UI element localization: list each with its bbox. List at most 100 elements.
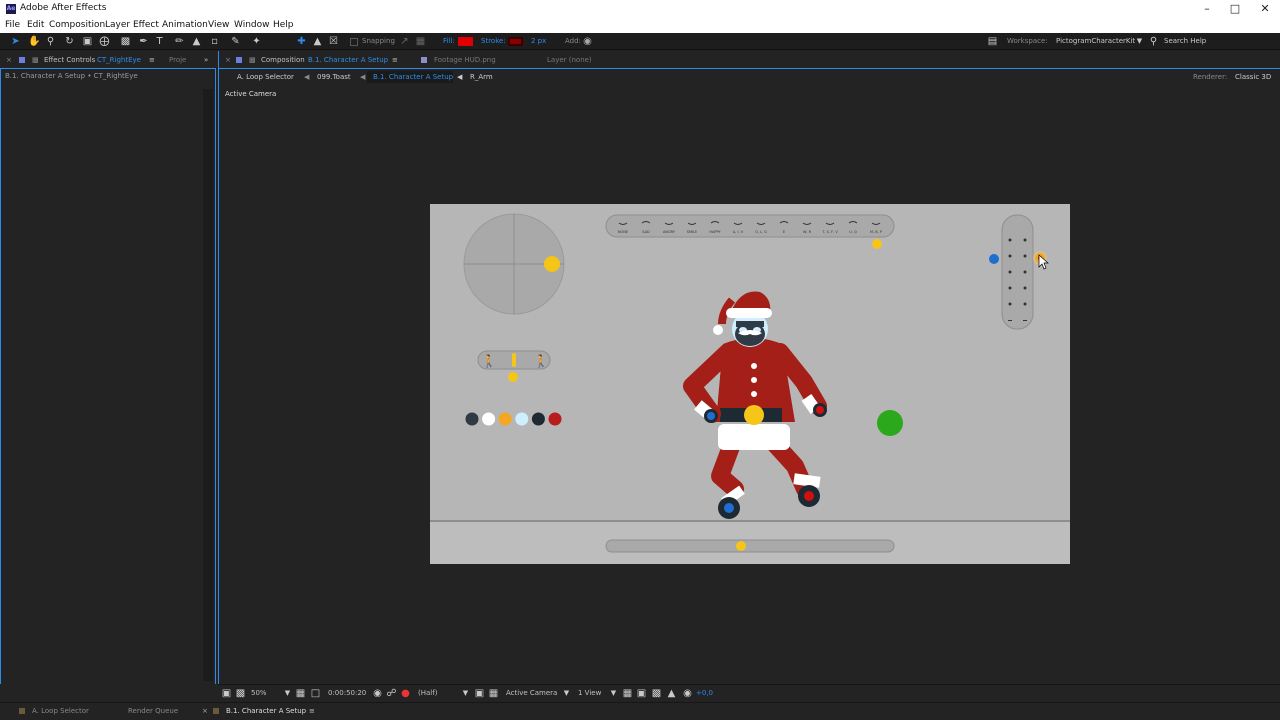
menu-effect[interactable]: Effect: [133, 20, 159, 30]
timeline-icon[interactable]: ▩: [651, 688, 662, 699]
mouth-shape-label: M, B, P: [870, 230, 882, 234]
svg-text:🚶: 🚶: [482, 354, 497, 368]
effect-controls-scrollbar[interactable]: [203, 89, 213, 681]
camera-view-select[interactable]: Active Camera: [506, 689, 557, 697]
panel-close-icon[interactable]: ×: [6, 56, 12, 64]
menu-help[interactable]: Help: [273, 20, 294, 30]
workspace-dropdown-icon[interactable]: ▼: [1134, 36, 1145, 47]
region-of-interest-icon[interactable]: ▣: [474, 688, 485, 699]
tab-composition-name[interactable]: B.1. Character A Setup: [308, 56, 388, 64]
menu-window[interactable]: Window: [234, 20, 270, 30]
camera-dropdown-icon[interactable]: ▼: [561, 688, 572, 699]
fill-color-swatch[interactable]: [458, 37, 473, 46]
stroke-color-swatch[interactable]: [508, 37, 523, 46]
pen-tool-icon[interactable]: ✒: [138, 36, 149, 47]
pan-behind-tool-icon[interactable]: ⨁: [99, 36, 110, 47]
mouth-shape-label: ANGRY: [663, 230, 676, 234]
menu-animation[interactable]: Animation: [162, 20, 208, 30]
stroke-width-value[interactable]: 2 px: [531, 37, 546, 45]
flow-item-r-arm[interactable]: R_Arm: [470, 73, 493, 81]
color-palette: [465, 412, 562, 426]
magnification-select[interactable]: 50%: [251, 689, 267, 697]
tab-layer[interactable]: Layer (none): [547, 56, 592, 64]
clone-stamp-tool-icon[interactable]: ▲: [191, 36, 202, 47]
lock-icon[interactable]: ▩: [32, 56, 39, 64]
view-layout-dropdown-icon[interactable]: ▼: [608, 688, 619, 699]
artboard-graphics: NONE SAD ANGRY SMILE HAPPY A, I, V O, L, G E W, …: [430, 213, 1070, 564]
show-snapshot-icon[interactable]: ☍: [386, 688, 397, 699]
snap-grid-icon[interactable]: ▦: [415, 36, 426, 47]
search-icon[interactable]: ⚲: [1148, 36, 1159, 47]
flow-item-toast[interactable]: 099.Toast: [317, 73, 351, 81]
camera-tool-icon[interactable]: ▣: [82, 36, 93, 47]
toggle-pixel-aspect-icon[interactable]: ▦: [622, 688, 633, 699]
snapshot-icon[interactable]: ◉: [372, 688, 383, 699]
fast-previews-icon[interactable]: ▣: [636, 688, 647, 699]
safe-margins-icon[interactable]: ▦: [295, 688, 306, 699]
composition-artboard[interactable]: NONE SAD ANGRY SMILE HAPPY A, I, V O, L, G E W, …: [430, 204, 1070, 564]
tab-close-icon[interactable]: ×: [202, 707, 208, 715]
effect-controls-target[interactable]: CT_RightEye: [97, 56, 141, 64]
mask-visibility-icon[interactable]: □: [310, 688, 321, 699]
comp-lock-icon[interactable]: ▩: [249, 56, 256, 64]
selection-tool-icon[interactable]: ➤: [10, 36, 21, 47]
composition-viewer[interactable]: Active Camera NONE SAD ANGRY SMILE HAPPY A, I…: [219, 87, 1280, 684]
world-axis-icon[interactable]: ▲: [312, 36, 323, 47]
snapping-checkbox[interactable]: [350, 38, 358, 46]
tab-render-queue[interactable]: Render Queue: [128, 707, 178, 715]
menu-view[interactable]: View: [208, 20, 229, 30]
menu-layer[interactable]: Layer: [105, 20, 130, 30]
menu-file[interactable]: File: [5, 20, 20, 30]
tab-character-setup[interactable]: B.1. Character A Setup: [226, 707, 306, 715]
maximize-icon[interactable]: □: [1226, 2, 1244, 16]
panel-menu-icon[interactable]: ≡: [149, 56, 155, 64]
overflow-chevron-icon[interactable]: »: [204, 56, 208, 64]
renderer-value[interactable]: Classic 3D: [1235, 73, 1271, 81]
hand-tool-icon[interactable]: ✋: [28, 36, 40, 47]
roto-brush-tool-icon[interactable]: ✎: [230, 36, 241, 47]
snap-option-icon[interactable]: ↗: [399, 36, 410, 47]
puppet-pin-tool-icon[interactable]: ✦: [251, 36, 262, 47]
search-help-input[interactable]: Search Help: [1164, 37, 1206, 45]
primary-viewer-icon[interactable]: ▩: [235, 688, 246, 699]
show-channel-icon[interactable]: ●: [400, 688, 411, 699]
resolution-select[interactable]: (Half): [418, 689, 437, 697]
tab-effect-controls[interactable]: Effect Controls: [44, 56, 95, 64]
eraser-tool-icon[interactable]: ▫: [209, 36, 220, 47]
composition-icon: [236, 57, 242, 63]
menu-composition[interactable]: Composition: [49, 20, 105, 30]
current-time[interactable]: 0:00:50:20: [328, 689, 366, 697]
after-effects-app-icon: Ae: [6, 4, 16, 14]
tab-project[interactable]: Proje: [169, 56, 186, 64]
workspace-toggle-icon[interactable]: ▤: [987, 36, 998, 47]
rotation-tool-icon[interactable]: ↻: [64, 36, 75, 47]
comp-close-icon[interactable]: ×: [225, 56, 231, 64]
flow-item-loop-selector[interactable]: A. Loop Selector: [237, 73, 294, 81]
type-tool-icon[interactable]: T: [154, 36, 165, 47]
magnification-dropdown-icon[interactable]: ▼: [282, 688, 293, 699]
tab-loop-selector[interactable]: A. Loop Selector: [32, 707, 89, 715]
tab-composition[interactable]: Composition: [261, 56, 305, 64]
minimize-icon[interactable]: –: [1198, 2, 1216, 16]
view-axis-icon[interactable]: ☒: [328, 36, 339, 47]
comp-panel-menu-icon[interactable]: ≡: [392, 56, 398, 64]
comp-icon: [213, 708, 219, 714]
reset-exposure-icon[interactable]: ◉: [682, 688, 693, 699]
menu-edit[interactable]: Edit: [27, 20, 44, 30]
add-property-icon[interactable]: ◉: [582, 36, 593, 47]
view-layout-select[interactable]: 1 View: [578, 689, 601, 697]
workspace-select[interactable]: PictogramCharacterKit: [1056, 37, 1135, 45]
zoom-tool-icon[interactable]: ⚲: [45, 36, 56, 47]
rectangle-tool-icon[interactable]: ▩: [120, 36, 131, 47]
local-axis-icon[interactable]: ✚: [296, 36, 307, 47]
exposure-value[interactable]: +0,0: [696, 689, 713, 697]
transparency-grid-icon[interactable]: ▦: [488, 688, 499, 699]
brush-tool-icon[interactable]: ✏: [174, 36, 185, 47]
resolution-dropdown-icon[interactable]: ▼: [460, 688, 471, 699]
tab-footage[interactable]: Footage HUD.png: [434, 56, 496, 64]
flow-item-character-setup[interactable]: B.1. Character A Setup: [373, 73, 453, 81]
flowchart-icon[interactable]: ▲: [666, 688, 677, 699]
close-icon[interactable]: ✕: [1256, 2, 1274, 16]
tab-menu-icon[interactable]: ≡: [309, 707, 315, 715]
always-preview-icon[interactable]: ▣: [221, 688, 232, 699]
